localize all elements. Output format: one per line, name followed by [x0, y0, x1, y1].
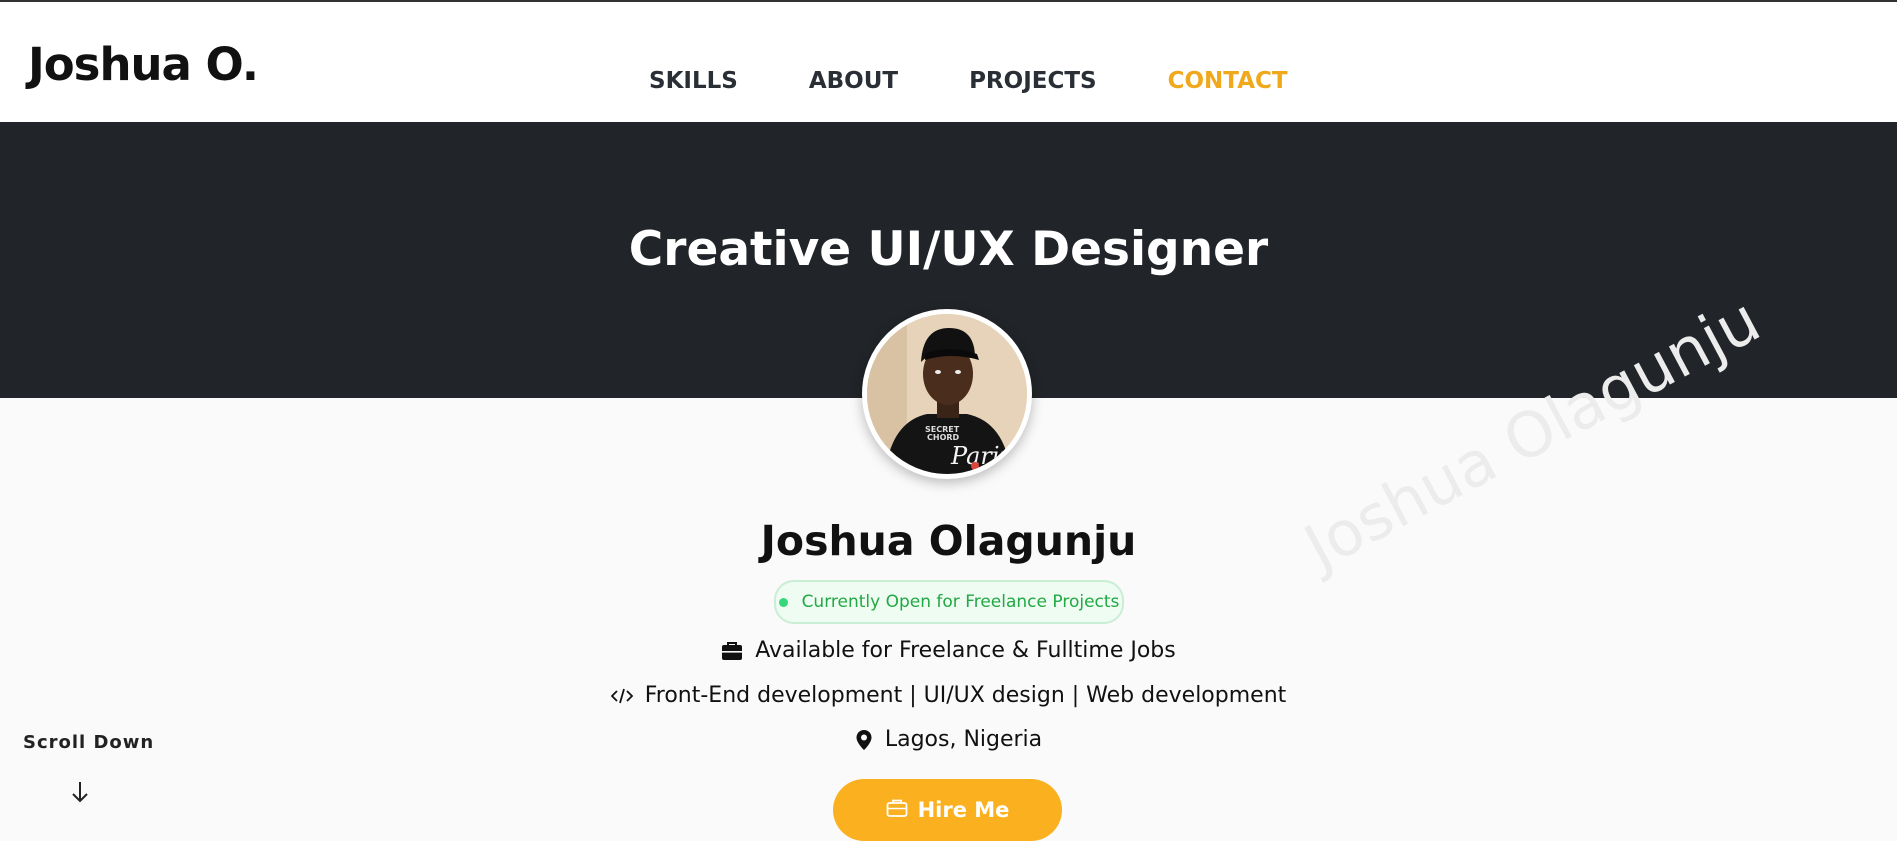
scroll-down-label[interactable]: Scroll Down	[23, 732, 154, 753]
location-row: Lagos, Nigeria	[0, 727, 1897, 752]
avatar: SECRET CHORD Parin	[862, 309, 1032, 479]
roles-text: Front-End development | UI/UX design | W…	[644, 683, 1287, 708]
nav-skills[interactable]: SKILLS	[649, 68, 738, 94]
profile-name: Joshua Olagunju	[760, 517, 1137, 565]
status-badge: Currently Open for Freelance Projects	[774, 580, 1124, 624]
main-nav: SKILLS ABOUT PROJECTS CONTACT	[649, 68, 1288, 94]
svg-text:Parin: Parin	[950, 442, 1015, 470]
availability-text: Available for Freelance & Fulltime Jobs	[755, 638, 1176, 663]
status-badge-label: Currently Open for Freelance Projects	[801, 592, 1120, 612]
briefcase-outline-icon	[886, 799, 907, 817]
briefcase-icon	[722, 641, 743, 660]
map-pin-icon	[856, 729, 872, 750]
location-text: Lagos, Nigeria	[884, 727, 1043, 752]
nav-projects[interactable]: PROJECTS	[969, 68, 1097, 94]
hire-me-label: Hire Me	[917, 798, 1010, 822]
brand-logo[interactable]: Joshua O.	[28, 38, 259, 91]
arrow-down-icon[interactable]	[70, 780, 90, 804]
site-header: Joshua O. SKILLS ABOUT PROJECTS CONTACT	[0, 2, 1897, 122]
nav-contact[interactable]: CONTACT	[1168, 68, 1288, 94]
code-icon	[610, 688, 633, 703]
svg-text:CHORD: CHORD	[927, 433, 960, 442]
roles-row: Front-End development | UI/UX design | W…	[0, 683, 1897, 708]
status-dot-icon	[778, 597, 788, 607]
profile-photo: SECRET CHORD Parin	[867, 314, 1027, 474]
hire-me-button[interactable]: Hire Me	[833, 779, 1062, 841]
availability-row: Available for Freelance & Fulltime Jobs	[0, 638, 1897, 663]
nav-about[interactable]: ABOUT	[809, 68, 898, 94]
hero-title: Creative UI/UX Designer	[628, 222, 1269, 277]
